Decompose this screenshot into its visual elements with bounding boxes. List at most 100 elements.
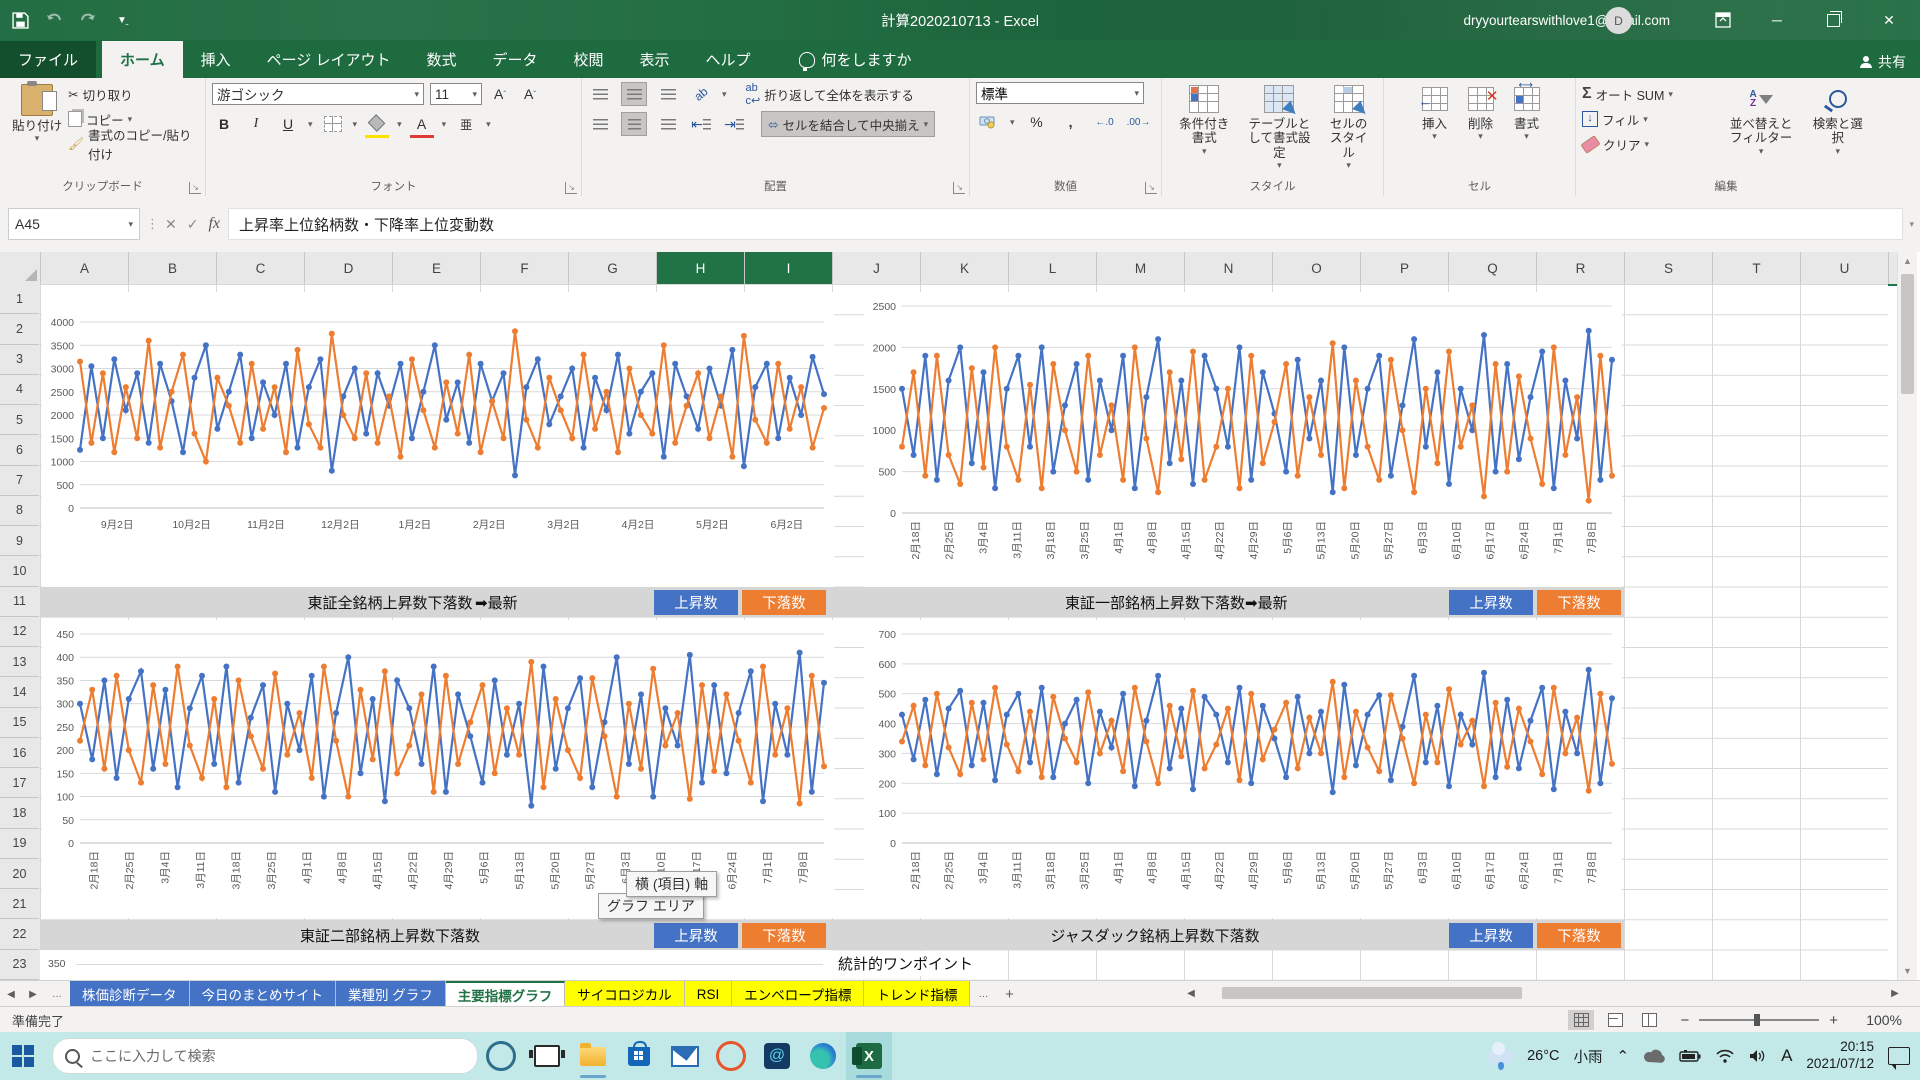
clear-button[interactable]: クリア▾ bbox=[1582, 132, 1719, 156]
column-header-J[interactable]: J bbox=[833, 252, 921, 284]
insert-function-icon[interactable]: fx bbox=[208, 215, 220, 233]
tell-me-box[interactable]: 何をしますか bbox=[795, 41, 916, 78]
chart-jasdaq[interactable]: 01002003004005006007002月18日2月25日3月4日3月11… bbox=[864, 620, 1622, 918]
task-view-button[interactable] bbox=[524, 1032, 570, 1080]
column-header-K[interactable]: K bbox=[921, 252, 1009, 284]
down-button[interactable]: 下落数 bbox=[742, 923, 826, 948]
delete-cells-button[interactable]: ✕ 削除▾ bbox=[1460, 82, 1502, 144]
column-header-L[interactable]: L bbox=[1009, 252, 1097, 284]
row-header-4[interactable]: 4 bbox=[0, 375, 39, 405]
up-button[interactable]: 上昇数 bbox=[1449, 923, 1533, 948]
row-header-8[interactable]: 8 bbox=[0, 496, 39, 526]
account-avatar[interactable]: D bbox=[1605, 7, 1632, 34]
tab-ヘルプ[interactable]: ヘルプ bbox=[688, 41, 769, 78]
row-header-3[interactable]: 3 bbox=[0, 345, 39, 375]
cancel-icon[interactable]: ✕ bbox=[165, 216, 177, 233]
row-header-7[interactable]: 7 bbox=[0, 466, 39, 496]
onedrive-icon[interactable] bbox=[1643, 1049, 1665, 1063]
alignment-dialog-launcher[interactable]: ↘ bbox=[953, 182, 965, 194]
undo-icon[interactable] bbox=[44, 10, 64, 30]
fill-button[interactable]: ↓フィル▾ bbox=[1582, 107, 1719, 131]
orientation-icon[interactable]: ab bbox=[685, 78, 718, 110]
account-email[interactable]: dryyourtearswithlove1@gmail.com bbox=[1463, 0, 1670, 40]
sheet-tab-トレンド指標[interactable]: トレンド指標 bbox=[864, 981, 970, 1007]
chart-tosho-first[interactable]: 050010001500200025002月18日2月25日3月4日3月11日3… bbox=[864, 292, 1622, 588]
row-header-11[interactable]: 11 bbox=[0, 587, 39, 617]
up-button[interactable]: 上昇数 bbox=[1449, 590, 1533, 615]
column-header-D[interactable]: D bbox=[305, 252, 393, 284]
column-header-N[interactable]: N bbox=[1185, 252, 1273, 284]
start-button[interactable] bbox=[0, 1032, 46, 1080]
row-header-10[interactable]: 10 bbox=[0, 556, 39, 586]
expand-formula-bar-icon[interactable]: ▾ bbox=[1909, 219, 1914, 230]
scroll-down-icon[interactable]: ▼ bbox=[1898, 962, 1917, 980]
row-header-18[interactable]: 18 bbox=[0, 798, 39, 828]
column-header-A[interactable]: A bbox=[41, 252, 129, 284]
underline-button[interactable]: U bbox=[276, 113, 300, 135]
tab-挿入[interactable]: 挿入 bbox=[183, 41, 249, 78]
normal-view-icon[interactable] bbox=[1568, 1010, 1594, 1030]
save-icon[interactable] bbox=[10, 10, 30, 30]
row-header-20[interactable]: 20 bbox=[0, 859, 39, 889]
page-break-view-icon[interactable] bbox=[1636, 1010, 1662, 1030]
sheet-tab-今日のまとめサイト[interactable]: 今日のまとめサイト bbox=[190, 981, 337, 1007]
increase-font-icon[interactable]: Aˆ bbox=[488, 83, 512, 105]
column-header-P[interactable]: P bbox=[1361, 252, 1449, 284]
align-middle-icon[interactable] bbox=[621, 82, 647, 106]
sheet-tab-業種別 グラフ[interactable]: 業種別 グラフ bbox=[336, 981, 446, 1007]
mail-button[interactable] bbox=[662, 1032, 708, 1080]
column-header-T[interactable]: T bbox=[1713, 252, 1801, 284]
ribbon-display-options-icon[interactable] bbox=[1700, 0, 1746, 40]
name-box-dropdown-icon[interactable]: ▾ bbox=[128, 219, 133, 230]
row-header-22[interactable]: 22 bbox=[0, 919, 39, 949]
row-header-13[interactable]: 13 bbox=[0, 647, 39, 677]
tab-データ[interactable]: データ bbox=[474, 41, 555, 78]
number-dialog-launcher[interactable]: ↘ bbox=[1145, 182, 1157, 194]
restore-button[interactable] bbox=[1810, 0, 1856, 40]
minimize-button[interactable]: ─ bbox=[1754, 0, 1800, 40]
sheet-tab-エンベロープ指標[interactable]: エンベロープ指標 bbox=[732, 981, 864, 1007]
column-header-O[interactable]: O bbox=[1273, 252, 1361, 284]
row-header-16[interactable]: 16 bbox=[0, 738, 39, 768]
volume-icon[interactable] bbox=[1749, 1049, 1767, 1063]
vertical-scroll-thumb[interactable] bbox=[1901, 274, 1914, 394]
up-button[interactable]: 上昇数 bbox=[654, 923, 738, 948]
row-header-23[interactable]: 23 bbox=[0, 950, 39, 980]
zoom-in-icon[interactable]: + bbox=[1829, 1012, 1838, 1029]
wifi-icon[interactable] bbox=[1715, 1049, 1735, 1063]
sheet-tab-RSI[interactable]: RSI bbox=[685, 981, 733, 1007]
file-explorer-button[interactable] bbox=[570, 1032, 616, 1080]
font-dialog-launcher[interactable]: ↘ bbox=[565, 182, 577, 194]
column-header-M[interactable]: M bbox=[1097, 252, 1185, 284]
format-as-table-button[interactable]: テーブルとして書式設定▾ bbox=[1241, 82, 1319, 172]
sort-filter-button[interactable]: AZ 並べ替えとフィルター▾ bbox=[1719, 82, 1804, 158]
weather-desc[interactable]: 小雨 bbox=[1574, 1046, 1603, 1067]
column-header-U[interactable]: U bbox=[1801, 252, 1889, 284]
align-bottom-icon[interactable] bbox=[656, 83, 680, 105]
increase-decimal-icon[interactable]: ←.0 bbox=[1093, 111, 1117, 133]
cut-button[interactable]: ✂切り取り bbox=[68, 82, 201, 106]
row-header-1[interactable]: 1 bbox=[0, 284, 39, 314]
conditional-formatting-button[interactable]: 条件付き書式▾ bbox=[1168, 82, 1241, 172]
row-header-17[interactable]: 17 bbox=[0, 768, 39, 798]
tab-表示[interactable]: 表示 bbox=[622, 41, 688, 78]
bold-button[interactable]: B bbox=[212, 113, 236, 135]
horizontal-scrollbar[interactable]: ◀ ▶ bbox=[1180, 980, 1906, 1006]
taskbar-search[interactable]: ここに入力して検索 bbox=[52, 1038, 478, 1074]
paste-button[interactable]: 貼り付け▾ bbox=[6, 82, 68, 156]
weather-temp[interactable]: 26°C bbox=[1527, 1048, 1559, 1064]
edge-button[interactable] bbox=[800, 1032, 846, 1080]
decrease-decimal-icon[interactable]: .00→ bbox=[1127, 111, 1151, 133]
sheet-overflow-left[interactable]: … bbox=[44, 981, 70, 1007]
column-header-R[interactable]: R bbox=[1537, 252, 1625, 284]
font-size-select[interactable]: 11▾ bbox=[430, 83, 482, 105]
align-left-icon[interactable] bbox=[588, 113, 612, 135]
autosum-button[interactable]: Σオート SUM▾ bbox=[1582, 82, 1719, 106]
currency-icon[interactable] bbox=[976, 111, 1000, 133]
decrease-indent-icon[interactable]: ⇤ bbox=[689, 113, 713, 135]
sheet-overflow-right[interactable]: … bbox=[970, 981, 996, 1007]
zoom-slider-thumb[interactable] bbox=[1754, 1014, 1760, 1026]
sheet-tab-主要指標グラフ[interactable]: 主要指標グラフ bbox=[446, 981, 566, 1007]
zoom-slider[interactable] bbox=[1699, 1019, 1819, 1021]
tab-ページ レイアウト[interactable]: ページ レイアウト bbox=[249, 41, 409, 78]
